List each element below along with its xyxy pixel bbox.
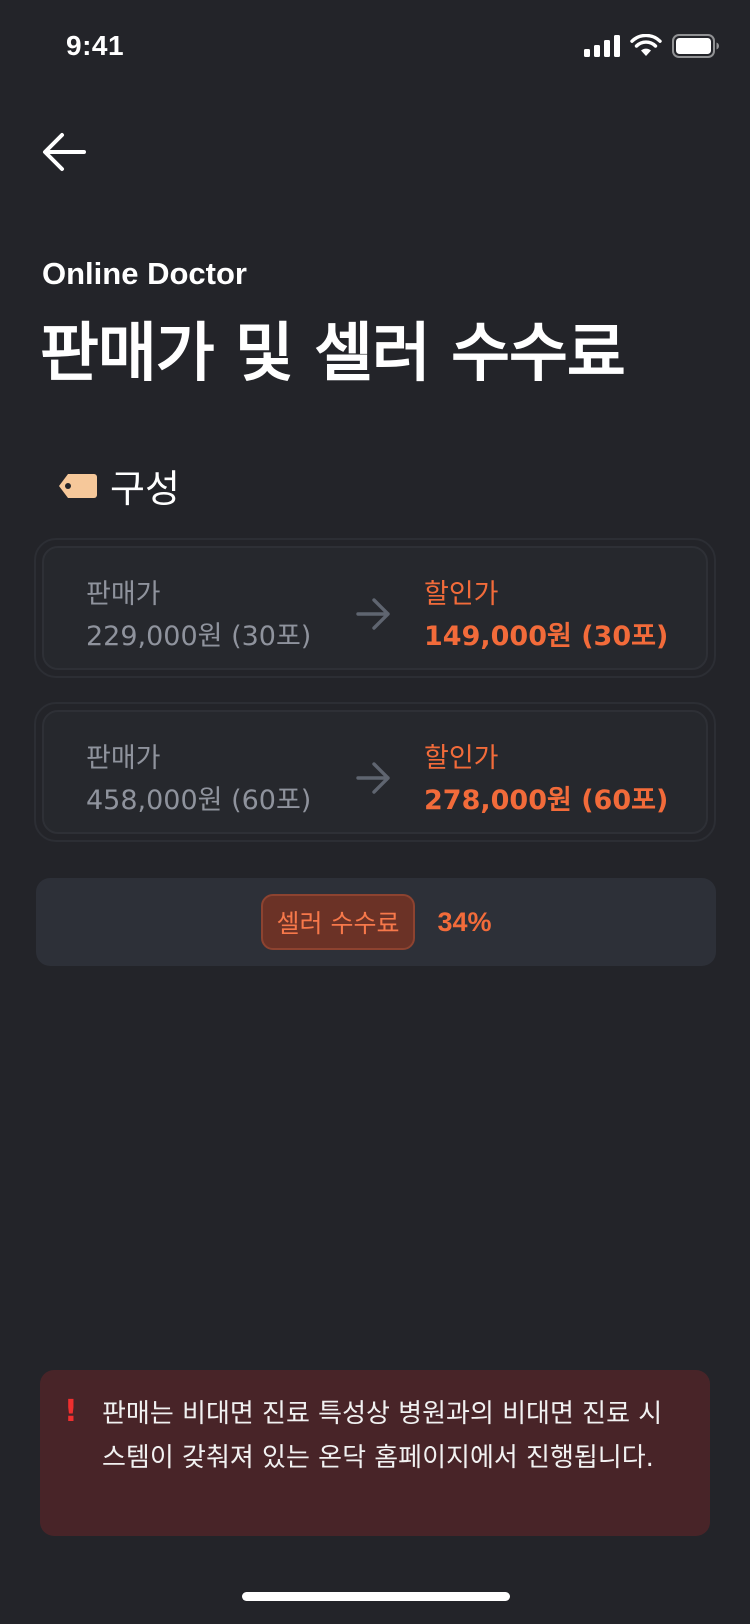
notice-box: ! 판매는 비대면 진료 특성상 병원과의 비대면 진료 시스템이 갖춰져 있는… bbox=[40, 1370, 710, 1536]
back-arrow-icon bbox=[43, 133, 86, 171]
notice-text: 판매는 비대면 진료 특성상 병원과의 비대면 진료 시스템이 갖춰져 있는 온… bbox=[102, 1399, 663, 1473]
price-tag-icon bbox=[59, 473, 97, 498]
discount-price-value: 149,000원 (30포) bbox=[424, 621, 669, 652]
discount-price-label: 할인가 bbox=[424, 579, 499, 610]
price-card-inner: 판매가 229,000원 (30포) 할인가 149,000원 (30포) bbox=[42, 546, 708, 670]
original-price-label: 판매가 bbox=[86, 579, 161, 610]
original-price-value: 458,000원 (60포) bbox=[86, 785, 312, 816]
page-subtitle: Online Doctor bbox=[42, 256, 247, 291]
section-header: 구성 bbox=[58, 458, 180, 513]
status-time: 9:41 bbox=[66, 30, 125, 61]
status-bar: 9:41 bbox=[0, 0, 750, 96]
original-price-label: 판매가 bbox=[86, 743, 161, 774]
original-price-value: 229,000원 (30포) bbox=[86, 621, 312, 652]
price-card: 판매가 229,000원 (30포) 할인가 149,000원 (30포) bbox=[34, 538, 716, 678]
home-indicator[interactable] bbox=[242, 1592, 510, 1601]
section-label: 구성 bbox=[110, 467, 180, 511]
price-card-inner: 판매가 458,000원 (60포) 할인가 278,000원 (60포) bbox=[42, 710, 708, 834]
back-button[interactable] bbox=[40, 128, 92, 176]
wifi-icon bbox=[630, 34, 662, 56]
discount-price-label: 할인가 bbox=[424, 743, 499, 774]
seller-fee-badge: 셀러 수수료 bbox=[260, 894, 416, 950]
cellular-signal-icon bbox=[584, 35, 620, 57]
battery-icon bbox=[672, 34, 719, 58]
seller-fee-value: 34% bbox=[437, 906, 492, 937]
arrow-right-icon bbox=[356, 762, 390, 794]
page-title: 판매가 및 셀러 수수료 bbox=[40, 317, 626, 391]
status-icons bbox=[584, 34, 720, 58]
arrow-right-icon bbox=[356, 598, 390, 630]
discount-price-value: 278,000원 (60포) bbox=[424, 785, 669, 816]
seller-fee-bar: 셀러 수수료 34% bbox=[36, 878, 716, 966]
exclamation-icon: ! bbox=[64, 1394, 78, 1429]
price-card: 판매가 458,000원 (60포) 할인가 278,000원 (60포) bbox=[34, 702, 716, 842]
